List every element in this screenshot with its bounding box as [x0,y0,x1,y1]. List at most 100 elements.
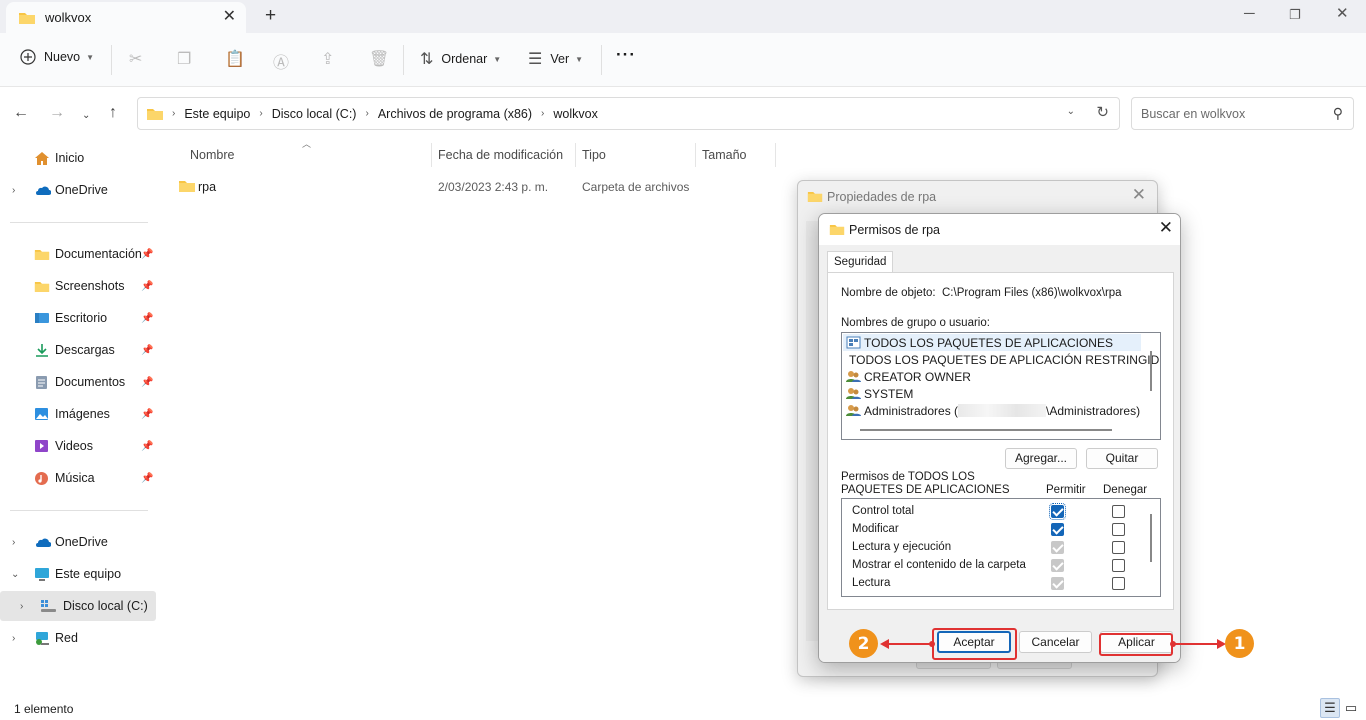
tab-close-icon[interactable]: ✕ [223,8,236,26]
sidebar-item-este-equipo[interactable]: ⌄ Este equipo [0,559,156,589]
delete-icon[interactable]: 🗑 [369,49,389,69]
group-name: SYSTEM [864,386,914,401]
address-bar[interactable]: › Este equipo › Disco local (C:) › Archi… [137,97,1120,130]
chevron-right-icon[interactable]: › [12,537,15,548]
sidebar-item-red[interactable]: › Red [0,623,156,653]
tab-wolkvox[interactable]: wolkvox ✕ [6,2,246,33]
list-item[interactable]: TODOS LOS PAQUETES DE APLICACIÓN RESTRIN… [846,351,1159,368]
column-header-modified[interactable]: Fecha de modificación [438,148,563,162]
object-name-label: Nombre de objeto: [841,287,936,299]
sidebar-item-videos[interactable]: Videos 📌 [0,431,156,461]
sidebar-item-disco-local[interactable]: › Disco local (C:) [0,591,156,621]
allow-checkbox[interactable] [1051,559,1064,572]
more-options-icon[interactable]: ··· [616,45,636,65]
chevron-down-icon[interactable]: ⌄ [11,569,19,580]
address-dropdown-icon[interactable]: ⌄ [1067,106,1075,117]
sidebar-item-imagenes[interactable]: Imágenes 📌 [0,399,156,429]
column-header-name[interactable]: Nombre [190,148,234,162]
table-row[interactable]: rpa 2/03/2023 2:43 p. m. Carpeta de arch… [170,176,710,198]
maximize-icon[interactable]: ❐ [1289,5,1301,25]
breadcrumb-este-equipo[interactable]: Este equipo [184,107,250,121]
deny-checkbox[interactable] [1112,541,1125,554]
permission-name: Mostrar el contenido de la carpeta [852,559,1026,571]
sidebar-item-home[interactable]: Inicio [0,143,156,173]
sidebar-item-onedrive-top[interactable]: › OneDrive [0,175,156,205]
new-tab-icon[interactable]: + [265,5,276,27]
tiles-view-icon[interactable]: ▭ [1341,698,1361,718]
chevron-right-icon[interactable]: › [20,601,23,612]
sidebar-item-documentos[interactable]: Documentos 📌 [0,367,156,397]
permission-name: Control total [852,505,915,517]
vertical-scrollbar[interactable] [1150,351,1152,391]
list-item[interactable]: Administradores ( \Administradores) [846,402,1142,419]
minimize-icon[interactable]: ─ [1244,4,1255,24]
refresh-icon[interactable]: ↻ [1096,103,1109,121]
allow-checkbox[interactable] [1051,523,1064,536]
deny-checkbox[interactable] [1112,505,1125,518]
vertical-scrollbar[interactable] [1150,514,1152,562]
pin-icon: 📌 [141,312,154,324]
tab-seguridad[interactable]: Seguridad [827,251,894,274]
list-item[interactable]: CREATOR OWNER [846,368,1142,385]
file-name: rpa [198,180,217,194]
sidebar-item-escritorio[interactable]: Escritorio 📌 [0,303,156,333]
annotation-ok-highlight [932,628,1017,660]
forward-icon[interactable]: → [49,104,65,122]
list-item[interactable]: SYSTEM [846,385,1142,402]
share-icon[interactable]: ⇪ [321,49,334,69]
annotation-arrow-line [1173,643,1223,645]
view-button[interactable]: ☰ Ver ▼ [528,49,583,69]
sidebar-item-documentacion[interactable]: Documentación 📌 [0,239,156,269]
group-user-list[interactable]: TODOS LOS PAQUETES DE APLICACIONES TODOS… [841,332,1161,440]
sidebar-item-descargas[interactable]: Descargas 📌 [0,335,156,365]
permission-row: Lectura [852,575,1142,593]
column-header-type[interactable]: Tipo [582,148,606,162]
permissions-dialog-title: Permisos de rpa [849,223,941,237]
folder-icon [179,181,195,192]
up-icon[interactable]: ↑ [109,104,117,122]
breadcrumb-archivos-programa[interactable]: Archivos de programa (x86) [378,107,532,121]
annotation-arrow-head [880,639,889,649]
search-box[interactable]: ⚲ [1131,97,1354,130]
deny-checkbox[interactable] [1112,523,1125,536]
chevron-right-icon[interactable]: › [12,633,15,644]
breadcrumb-wolkvox[interactable]: wolkvox [553,107,597,121]
cut-icon[interactable]: ✂ [129,49,142,69]
sidebar-item-musica[interactable]: Música 📌 [0,463,156,493]
sidebar-item-screenshots[interactable]: Screenshots 📌 [0,271,156,301]
allow-checkbox[interactable] [1049,503,1066,520]
download-icon [36,343,48,357]
copy-icon[interactable]: ❐ [177,49,191,69]
sort-button[interactable]: ⇅ Ordenar ▼ [420,49,501,69]
sort-ascending-icon: ︿ [302,139,312,149]
close-icon[interactable]: ✕ [1159,218,1173,238]
new-button[interactable]: Nuevo ▼ [20,49,94,65]
allow-checkbox[interactable] [1051,577,1064,590]
permission-row: Modificar [852,521,1142,539]
permissions-list[interactable]: Control total Modificar Lectura y ejecuc… [841,498,1161,597]
back-icon[interactable]: ← [13,104,29,122]
allow-checkbox[interactable] [1051,541,1064,554]
remove-button[interactable]: Quitar [1086,448,1158,469]
horizontal-scrollbar[interactable] [860,429,1112,431]
chevron-right-icon[interactable]: › [12,185,15,196]
details-view-icon[interactable]: ☰ [1320,698,1340,718]
recent-locations-icon[interactable]: ⌄ [82,107,90,125]
close-window-icon[interactable]: ✕ [1336,4,1349,24]
add-button[interactable]: Agregar... [1005,448,1077,469]
cancel-button[interactable]: Cancelar [1019,631,1092,653]
paste-icon[interactable]: 📋 [225,49,245,69]
rename-icon[interactable]: Ⓐ [273,49,289,73]
pin-icon: 📌 [141,280,154,292]
close-icon[interactable]: ✕ [1132,185,1146,205]
deny-checkbox[interactable] [1112,559,1125,572]
list-item[interactable]: TODOS LOS PAQUETES DE APLICACIONES [843,334,1141,351]
permissions-label-line2: PAQUETES DE APLICACIONES [841,484,1010,496]
search-input[interactable] [1141,106,1321,121]
deny-checkbox[interactable] [1112,577,1125,590]
breadcrumb-disco-local[interactable]: Disco local (C:) [272,107,357,121]
column-header-size[interactable]: Tamaño [702,148,746,162]
annotation-dot [1170,641,1176,647]
music-icon [35,471,48,485]
sidebar-item-onedrive[interactable]: › OneDrive [0,527,156,557]
